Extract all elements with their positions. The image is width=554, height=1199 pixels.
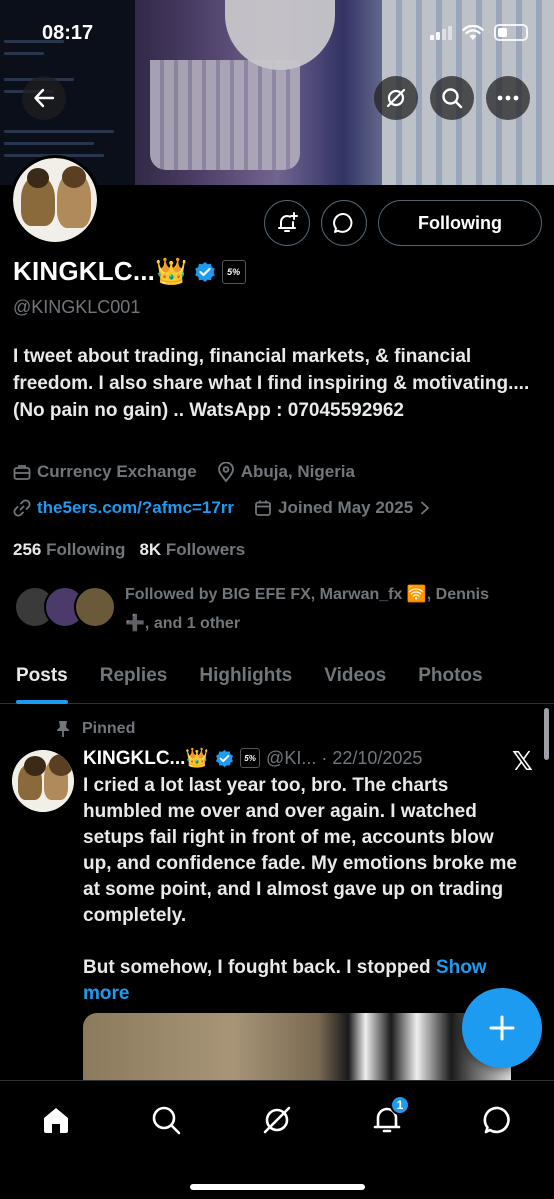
battery-icon (494, 24, 528, 41)
profile-handle: @KINGKLC001 (13, 297, 141, 317)
profile-category: Currency Exchange (37, 462, 197, 481)
search-icon (442, 88, 463, 109)
profile-avatar[interactable] (10, 155, 100, 245)
status-time: 08:17 (42, 22, 94, 44)
tab-photos[interactable]: Photos (402, 648, 498, 704)
followed-by-line-2: ➕, and 1 other (125, 615, 241, 632)
following-count-link[interactable]: 256 Following (13, 540, 125, 560)
bottom-navigation: 1 (0, 1080, 554, 1199)
link-icon (13, 499, 31, 517)
tab-videos[interactable]: Videos (308, 648, 402, 704)
search-button[interactable] (430, 76, 474, 120)
plus-icon (489, 1015, 515, 1041)
more-icon (497, 95, 519, 101)
post-handle-date: @KI... · 22/10/2025 (266, 747, 423, 768)
bell-plus-icon (278, 212, 298, 232)
follow-counts: 256 Following 8K Followers (13, 540, 245, 560)
tab-posts[interactable]: Posts (0, 648, 84, 704)
profile-bio: I tweet about trading, financial markets… (13, 346, 530, 421)
followers-count-label: Followers (165, 540, 246, 559)
nav-grok[interactable] (252, 1095, 302, 1145)
post-media-image[interactable] (83, 1013, 511, 1083)
meta-row-2: the5ers.com/?afmc=17rr Joined May 2025 (13, 498, 431, 518)
follower-avatar-3 (74, 586, 116, 628)
display-name: KINGKLC...👑 (13, 256, 188, 286)
back-button[interactable] (22, 76, 66, 120)
post-author-name[interactable]: KINGKLC...👑 (83, 746, 209, 770)
followers-count-link[interactable]: 8K Followers (139, 540, 245, 560)
followed-by-text[interactable]: Followed by BIG EFE FX, Marwan_fx 🛜, Den… (125, 580, 545, 638)
messages-icon (483, 1106, 510, 1134)
message-button[interactable] (321, 200, 367, 246)
briefcase-icon (13, 465, 31, 480)
meta-row-1: Currency Exchange Abuja, Nigeria (13, 462, 355, 482)
grok-icon (263, 1106, 291, 1134)
cellular-signal-icon (430, 25, 452, 40)
location-pin-icon (217, 462, 234, 482)
wifi-icon (462, 24, 484, 40)
arrow-left-icon (34, 88, 55, 108)
tab-highlights[interactable]: Highlights (183, 648, 308, 704)
nav-home[interactable] (31, 1095, 81, 1145)
name-row: KINGKLC...👑 5% (13, 256, 246, 287)
calendar-icon (255, 500, 271, 516)
pinned-label-row: Pinned (56, 720, 135, 738)
affiliate-badge[interactable]: 5% (221, 259, 246, 284)
post-text[interactable]: I cried a lot last year too, bro. The ch… (83, 773, 523, 1007)
post-header: KINGKLC...👑 5% @KI... · 22/10/2025 (83, 746, 422, 770)
profile-joined: Joined May 2025 (278, 498, 414, 517)
following-button[interactable]: Following (378, 200, 542, 246)
chat-bubble-icon (333, 212, 353, 233)
search-icon (152, 1106, 181, 1135)
notify-button[interactable] (264, 200, 310, 246)
home-indicator[interactable] (190, 1184, 365, 1190)
pinned-label: Pinned (82, 720, 136, 737)
chevron-right-icon[interactable] (419, 501, 431, 515)
status-icons (430, 24, 528, 41)
profile-website-link[interactable]: the5ers.com/?afmc=17rr (37, 498, 234, 518)
nav-messages[interactable] (473, 1095, 523, 1145)
profile-tabs: Posts Replies Highlights Videos Photos (0, 648, 554, 704)
verified-badge-icon[interactable] (194, 261, 216, 283)
post-affiliate-badge: 5% (240, 748, 261, 768)
grok-button[interactable] (374, 76, 418, 120)
nav-notifications[interactable]: 1 (362, 1095, 412, 1145)
grok-icon (386, 88, 406, 108)
tab-replies[interactable]: Replies (84, 648, 184, 704)
followers-count: 8K (139, 540, 162, 559)
notification-count-badge: 1 (390, 1095, 410, 1115)
profile-location: Abuja, Nigeria (240, 462, 355, 481)
following-count: 256 (13, 540, 42, 559)
followed-by-avatars[interactable] (14, 586, 116, 630)
scrollbar[interactable] (544, 708, 549, 760)
verified-badge-icon (216, 749, 234, 767)
nav-search[interactable] (141, 1095, 191, 1145)
following-count-label: Following (46, 540, 126, 559)
pin-icon (57, 721, 69, 737)
followed-by-line-1: Followed by BIG EFE FX, Marwan_fx 🛜, Den… (125, 586, 489, 603)
post-author-avatar[interactable] (12, 750, 74, 812)
more-options-button[interactable] (486, 76, 530, 120)
home-icon (44, 1108, 68, 1133)
post-body: I cried a lot last year too, bro. The ch… (83, 775, 517, 978)
compose-post-button[interactable] (462, 988, 542, 1068)
